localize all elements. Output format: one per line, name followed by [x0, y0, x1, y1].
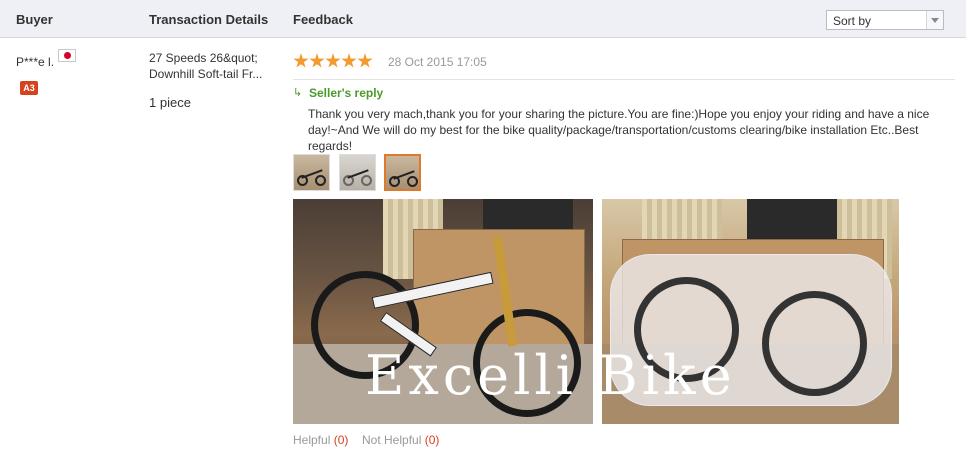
sort-by-label: Sort by: [833, 14, 872, 28]
japan-flag-icon: [58, 49, 76, 62]
buyer-level-badge: A3: [20, 81, 38, 95]
column-transaction-details: Transaction Details: [149, 12, 269, 27]
column-buyer: Buyer: [16, 12, 53, 27]
seller-reply-label: Seller's reply: [309, 86, 384, 100]
reply-arrow-icon: ↳: [293, 87, 303, 99]
sort-by-select[interactable]: Sort by: [826, 10, 944, 30]
chevron-down-icon[interactable]: [926, 11, 943, 29]
helpful-button[interactable]: Helpful (0): [293, 433, 348, 447]
helpful-label: Helpful: [293, 433, 331, 447]
star-icon: [357, 53, 373, 68]
star-icon: [309, 53, 325, 68]
product-quantity: 1 piece: [149, 95, 191, 110]
column-feedback: Feedback: [293, 12, 353, 27]
seller-reply-text: Thank you very mach,thank you for your s…: [308, 107, 930, 153]
not-helpful-label: Not Helpful: [362, 433, 422, 447]
photo-thumbnail-selected[interactable]: [384, 154, 421, 191]
star-icon: [341, 53, 357, 68]
photo-thumbnail[interactable]: [293, 154, 330, 191]
not-helpful-button[interactable]: Not Helpful (0): [362, 433, 439, 447]
star-icon: [325, 53, 341, 68]
not-helpful-count: (0): [424, 433, 440, 447]
table-header: Buyer Transaction Details Feedback Sort …: [0, 0, 966, 38]
helpful-count: (0): [333, 433, 349, 447]
product-link[interactable]: 27 Speeds 26&quot; Downhill Soft-tail Fr…: [149, 50, 279, 82]
photo-thumbnail[interactable]: [339, 154, 376, 191]
feedback-date: 28 Oct 2015 17:05: [388, 55, 487, 69]
divider: [293, 79, 955, 80]
photo-watermark: Excelli Bike: [365, 344, 736, 407]
buyer-name: P***e l.: [16, 55, 55, 69]
star-icon: [293, 53, 309, 68]
